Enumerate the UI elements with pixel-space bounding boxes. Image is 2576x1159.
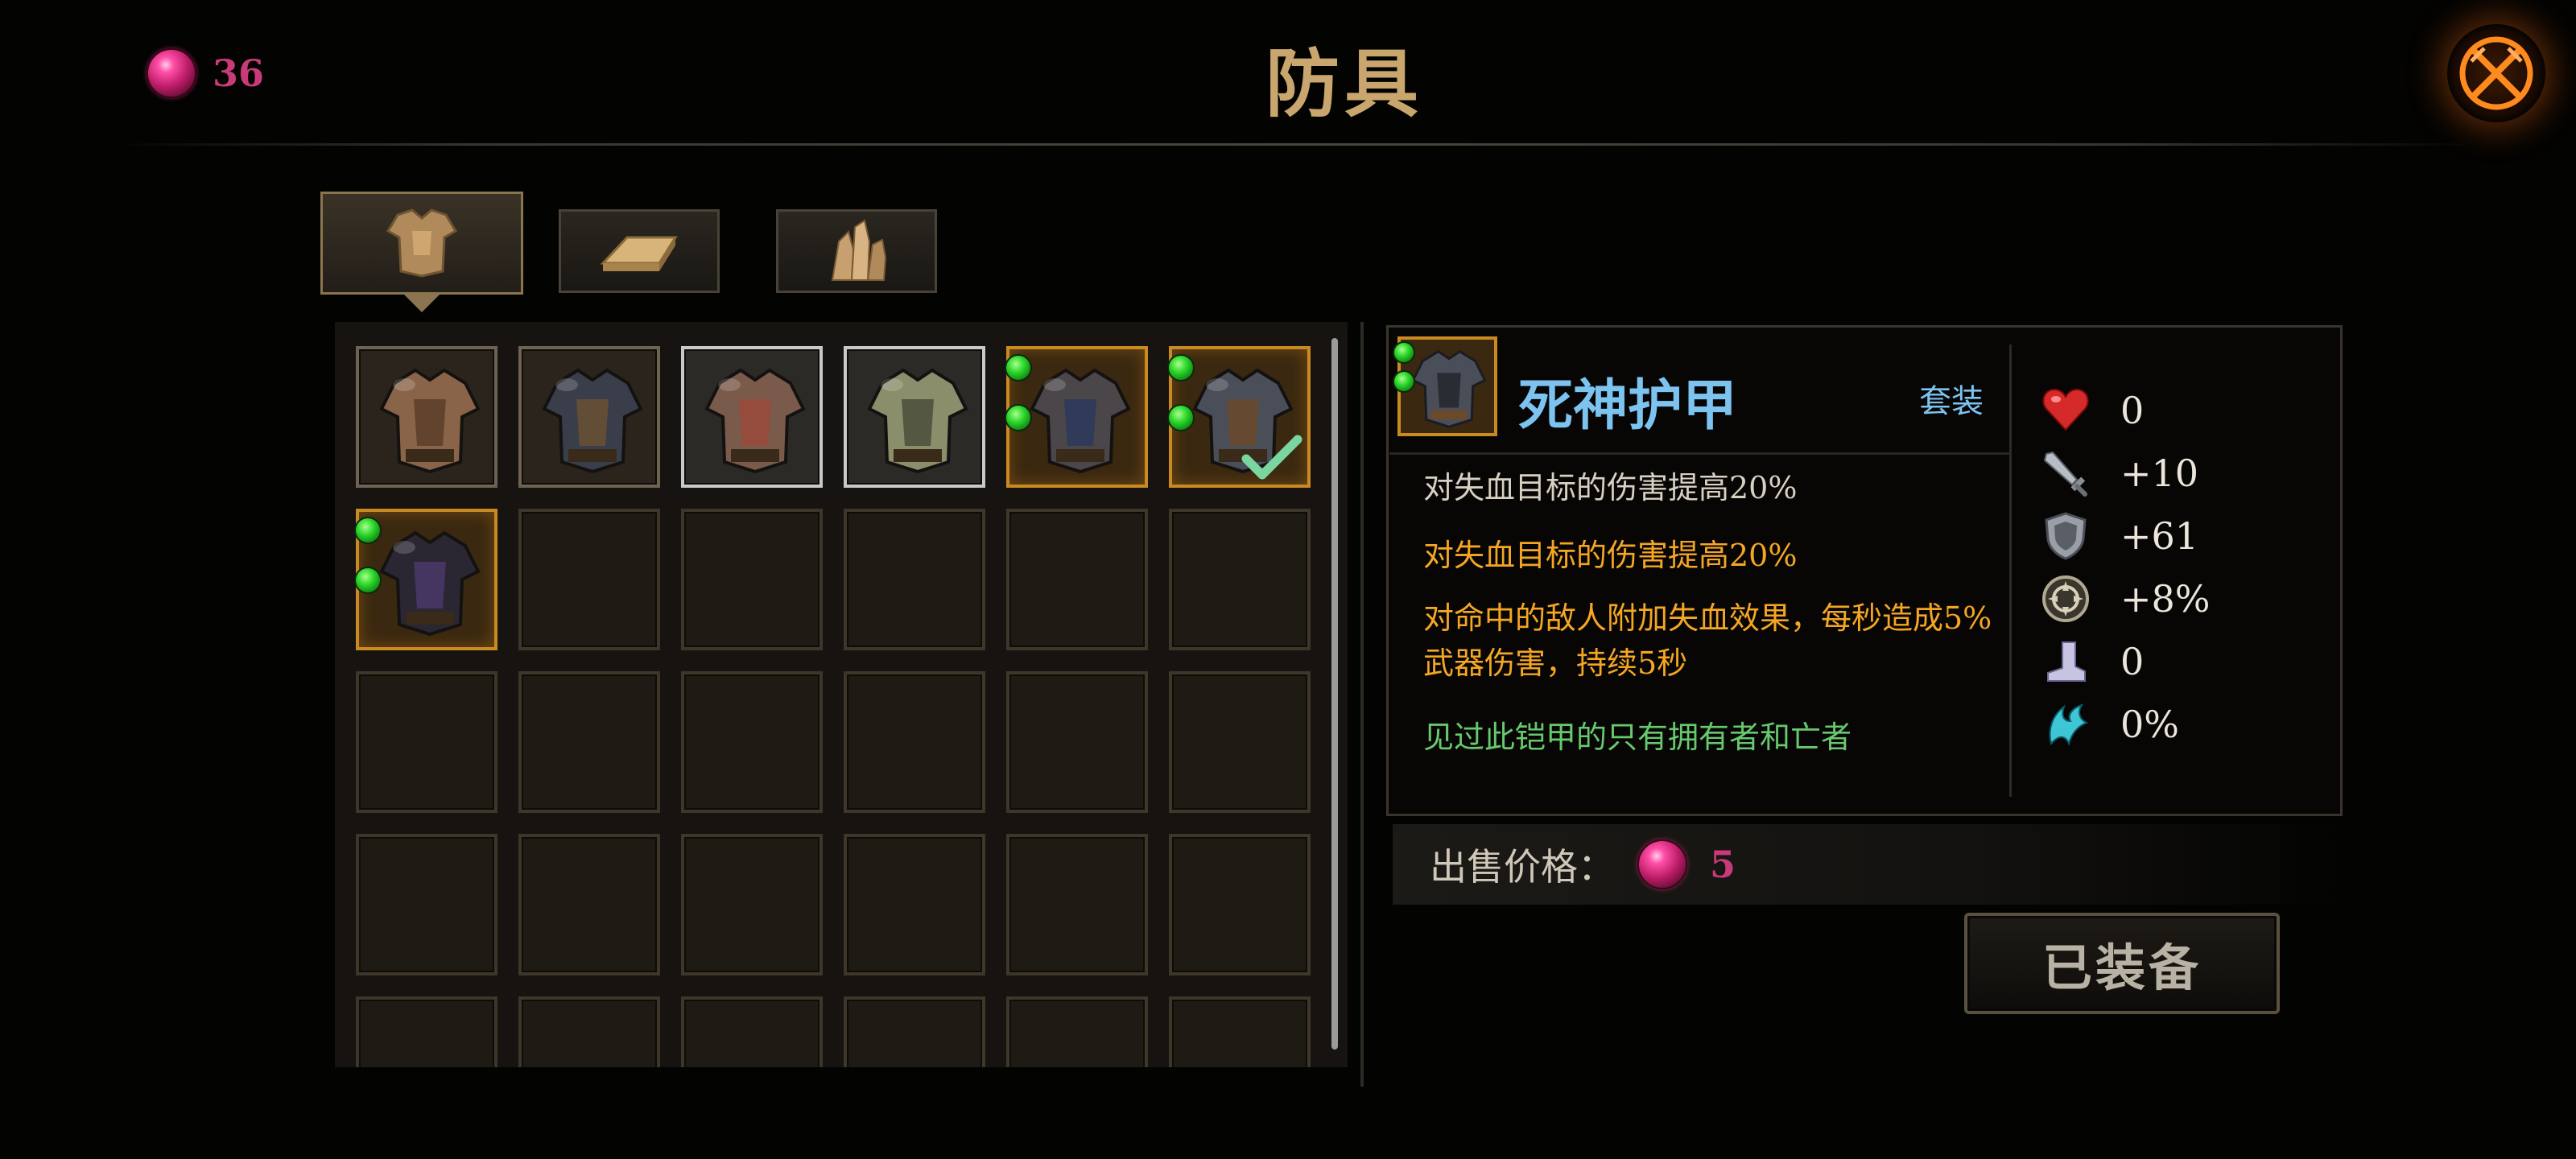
inventory-slot-empty[interactable] [1006, 996, 1148, 1067]
currency-counter: 36 [147, 45, 264, 101]
inventory-slot-empty[interactable] [844, 509, 985, 650]
inventory-slot-empty[interactable] [356, 996, 497, 1067]
shadow-plate-armor-icon [379, 530, 481, 637]
inventory-slot-1[interactable] [518, 346, 660, 488]
stat-speed: 0 [2040, 636, 2144, 687]
gem-socket-icon [1393, 341, 1415, 364]
chest-armor-icon [386, 208, 458, 278]
crossed-swords-close-icon [2459, 36, 2533, 110]
inventory-slot-empty[interactable] [518, 996, 660, 1067]
inventory-slot-empty[interactable] [1169, 671, 1311, 813]
item-thumbnail [1393, 336, 1497, 436]
stat-value: 0 [2120, 640, 2145, 683]
inventory-slot-empty[interactable] [1006, 509, 1148, 650]
page-title: 防具 [1265, 40, 1423, 127]
inventory-slot-empty[interactable] [1169, 996, 1311, 1067]
stat-crit: +8% [2040, 573, 2211, 625]
header-divider [113, 143, 2479, 146]
gem-socket-icon [1005, 354, 1032, 382]
stat-value: +10 [2120, 452, 2199, 495]
gem-socket-icon [354, 567, 382, 594]
tab-selected-pointer [402, 293, 441, 312]
boot-icon [2047, 641, 2086, 682]
inventory-slot-empty[interactable] [1169, 509, 1311, 650]
stats-divider [2009, 344, 2012, 797]
olive-plate-armor-icon [867, 368, 968, 474]
set-label[interactable]: 套装 [1919, 375, 1984, 422]
inventory-slot-empty[interactable] [681, 834, 823, 975]
item-effect: 对命中的敌人附加失血效果，每秒造成5%武器伤害，持续5秒 [1423, 600, 1992, 681]
stat-health: 0 [2040, 385, 2144, 436]
inventory-panel [335, 322, 1348, 1067]
reaper-armor-icon [1411, 349, 1487, 428]
sword-icon [2043, 451, 2087, 497]
shield-icon [2045, 512, 2087, 560]
gem-socket-icon [354, 517, 382, 544]
inventory-slot-empty[interactable] [681, 509, 823, 650]
inventory-slot-empty[interactable] [356, 834, 497, 975]
equipped-label: 已装备 [2041, 938, 2202, 997]
equipped-check-icon [1241, 435, 1302, 480]
stat-value: +8% [2120, 577, 2211, 621]
item-effect: 对失血目标的伤害提高20% [1423, 470, 1798, 505]
item-effect: 对失血目标的伤害提高20% [1423, 538, 1798, 573]
inventory-slot-6[interactable] [354, 509, 497, 650]
dodge-wing-icon [2049, 703, 2089, 747]
red-gem-icon [147, 48, 196, 98]
close-button[interactable] [2447, 24, 2545, 122]
inventory-slot-4[interactable] [1005, 346, 1148, 488]
crit-emblem-icon [2042, 575, 2089, 622]
spiked-plate-armor-icon [1030, 368, 1131, 474]
item-name: 死神护甲 [1518, 373, 1738, 438]
tab-crystals[interactable] [776, 209, 937, 293]
stat-value: 0 [2120, 389, 2145, 432]
stat-value: +61 [2120, 514, 2199, 558]
equipped-button[interactable]: 已装备 [1964, 913, 2280, 1014]
panel-divider [1360, 322, 1364, 1087]
stat-attack: +10 [2040, 448, 2198, 499]
inventory-slot-empty[interactable] [681, 996, 823, 1067]
sell-price: 5 [1710, 843, 1736, 886]
stat-dodge: 0% [2040, 699, 2179, 750]
tab-materials[interactable] [559, 209, 720, 293]
red-gem-icon [1637, 839, 1687, 889]
inventory-slot-2[interactable] [681, 346, 823, 488]
gold-ingot-icon [600, 236, 678, 271]
inventory-slot-empty[interactable] [518, 671, 660, 813]
inventory-slot-empty[interactable] [518, 509, 660, 650]
inventory-slot-3[interactable] [844, 346, 985, 488]
stat-value: 0% [2120, 703, 2179, 746]
inventory-slot-empty[interactable] [1006, 671, 1148, 813]
inventory-slot-0[interactable] [356, 346, 497, 488]
sell-label: 出售价格： [1430, 845, 1615, 889]
inventory-slot-empty[interactable] [1169, 834, 1311, 975]
gem-socket-icon [1393, 370, 1415, 393]
stat-defense: +61 [2040, 510, 2198, 562]
bronze-plate-armor-icon [704, 368, 806, 474]
name-divider [1389, 452, 2009, 455]
inventory-slot-empty[interactable] [681, 671, 823, 813]
gem-socket-icon [1005, 404, 1032, 431]
inventory-slot-empty[interactable] [356, 671, 497, 813]
heart-icon [2042, 388, 2089, 431]
inventory-scrollbar[interactable] [1331, 338, 1338, 1050]
leather-chest-armor-icon [379, 368, 481, 474]
dark-plate-armor-icon [542, 368, 643, 474]
crystal-cluster-icon [831, 219, 887, 281]
inventory-slot-empty[interactable] [518, 834, 660, 975]
inventory-slot-5[interactable] [1167, 346, 1311, 488]
flavor-text: 见过此铠甲的只有拥有者和亡者 [1423, 720, 1852, 755]
inventory-slot-empty[interactable] [844, 671, 985, 813]
inventory-slot-empty[interactable] [844, 996, 985, 1067]
inventory-slot-empty[interactable] [1006, 834, 1148, 975]
currency-count: 36 [213, 52, 265, 95]
tab-armor[interactable] [320, 192, 523, 295]
gem-socket-icon [1167, 404, 1195, 431]
gem-socket-icon [1167, 354, 1195, 382]
inventory-slot-empty[interactable] [844, 834, 985, 975]
sell-price-row: 出售价格： 5 [1393, 824, 2343, 905]
